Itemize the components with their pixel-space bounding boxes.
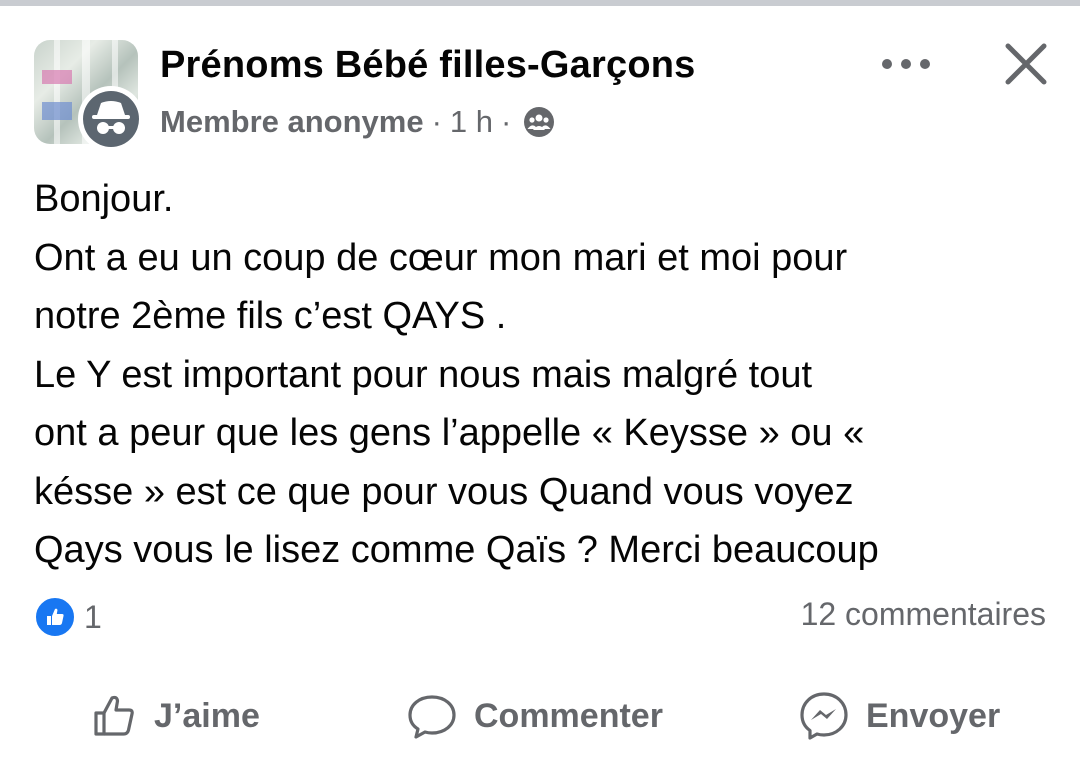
close-icon bbox=[1005, 43, 1047, 85]
post-header: Prénoms Bébé filles-Garçons Membre anony… bbox=[34, 40, 1054, 152]
close-button[interactable] bbox=[998, 40, 1054, 88]
post-text-line: notre 2ème fils c’est QAYS . bbox=[34, 295, 507, 337]
like-label: J’aime bbox=[154, 696, 260, 735]
send-label: Envoyer bbox=[866, 696, 1001, 735]
meta-separator: · bbox=[431, 104, 442, 139]
more-horizontal-icon bbox=[882, 59, 930, 69]
action-bar: J’aime Commenter Envoyer bbox=[0, 680, 1080, 752]
post-text-line: ont a peur que les gens l’appelle « Keys… bbox=[34, 412, 865, 454]
post-text-line: Le Y est important pour nous mais malgré… bbox=[34, 353, 813, 396]
post-text-line: Ont a eu un coup de cœur mon mari et moi… bbox=[34, 236, 848, 279]
post-text-line: Bonjour. bbox=[34, 178, 174, 220]
like-reaction-icon bbox=[34, 596, 76, 638]
thumbs-up-icon bbox=[94, 695, 134, 736]
anonymous-icon bbox=[92, 101, 130, 134]
group-name-link[interactable]: Prénoms Bébé filles-Garçons bbox=[160, 44, 695, 87]
meta-separator: · bbox=[501, 104, 512, 139]
reaction-count: 1 bbox=[84, 598, 102, 635]
anonymous-member-avatar[interactable] bbox=[78, 86, 144, 152]
more-options-button[interactable] bbox=[874, 44, 938, 84]
comment-icon bbox=[408, 695, 456, 739]
group-icon bbox=[523, 106, 555, 138]
like-button[interactable]: J’aime bbox=[90, 680, 260, 752]
post-text-line: Qays vous le lisez comme Qaïs ? Merci be… bbox=[34, 529, 879, 571]
reactions-summary[interactable]: 1 bbox=[34, 596, 102, 638]
send-button[interactable]: Envoyer bbox=[798, 680, 1000, 752]
comment-label: Commenter bbox=[474, 696, 663, 735]
comment-button[interactable]: Commenter bbox=[406, 680, 663, 752]
post-message: Bonjour. Ont a eu un coup de cœur mon ma… bbox=[34, 170, 1054, 580]
messenger-icon bbox=[800, 692, 848, 740]
top-divider bbox=[0, 0, 1080, 6]
comments-count-link[interactable]: 12 commentaires bbox=[801, 596, 1046, 633]
post-time[interactable]: 1 h bbox=[450, 104, 493, 140]
author-name[interactable]: Membre anonyme bbox=[160, 104, 424, 140]
post-text-line: késse » est ce que pour vous Quand vous … bbox=[34, 470, 854, 513]
post-meta: Membre anonyme · 1 h · bbox=[160, 104, 555, 140]
